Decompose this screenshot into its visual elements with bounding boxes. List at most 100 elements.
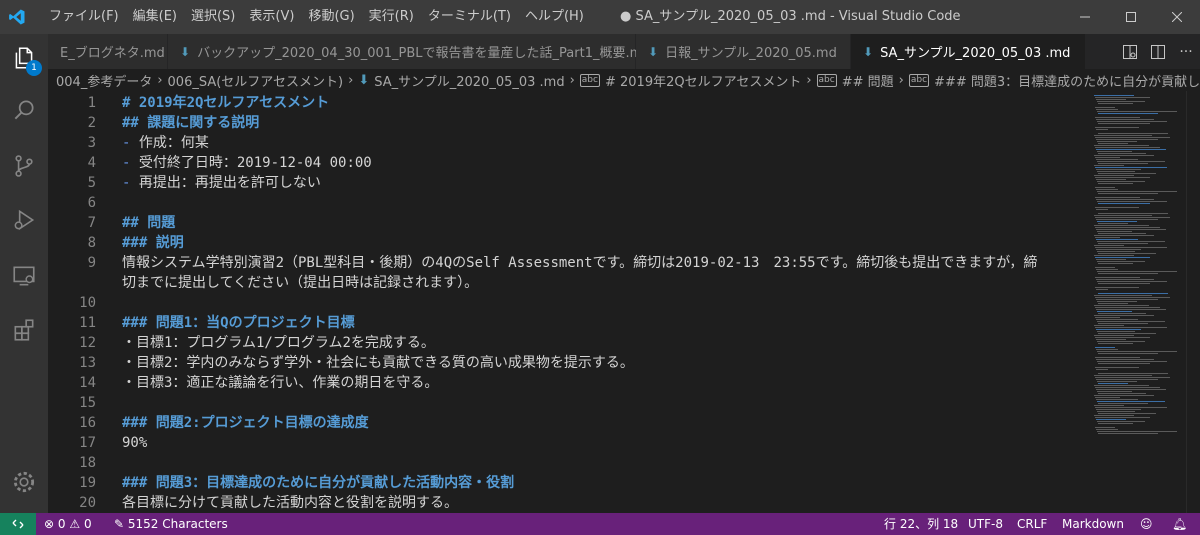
tab-blog-neta[interactable]: E_ブログネタ.md: [48, 34, 168, 69]
minimap-line: [1095, 257, 1150, 258]
tab-nippou[interactable]: ⬇ 日報_サンプル_2020_05.md: [636, 34, 851, 69]
minimize-icon[interactable]: [1062, 0, 1108, 34]
close-icon[interactable]: [1154, 0, 1200, 34]
editor-text-area[interactable]: 1 # 2019年2Qセルフアセスメント 2 ## 課題に関する説明 3 - 作成：何某 4…: [48, 91, 1090, 513]
line-text: ・目標1：プログラム1/プログラム2を完成する。: [122, 335, 435, 351]
minimap-line: [1098, 133, 1168, 134]
minimap-line: [1098, 123, 1150, 124]
minimap-line: [1098, 273, 1158, 274]
remote-indicator-icon[interactable]: [0, 513, 36, 535]
breadcrumb-symbol[interactable]: # 2019年2Qセルフアセスメント: [605, 71, 801, 90]
minimap-line: [1098, 163, 1148, 164]
minimap[interactable]: [1090, 91, 1186, 513]
string-symbol-icon: abc: [816, 73, 837, 87]
line-number: 6: [87, 195, 96, 211]
menu-run[interactable]: 実行(R): [362, 0, 421, 34]
breadcrumb-symbol[interactable]: ### 問題3：目標達成のために自分が貢献した活動内容・役割: [934, 71, 1200, 90]
line-text: ### 問題3：目標達成のために自分が貢献した活動内容・役割: [122, 475, 515, 491]
minimap-line: [1096, 409, 1141, 410]
error-icon: ⊗: [44, 517, 55, 531]
minimap-line: [1096, 359, 1154, 360]
minimap-line: [1094, 215, 1152, 216]
minimap-line: [1098, 233, 1146, 234]
minimap-line: [1094, 305, 1149, 306]
problems-indicator[interactable]: ⊗ 0 ⚠ 0: [44, 513, 92, 535]
minimap-line: [1096, 419, 1126, 420]
minimap-line: [1097, 381, 1137, 382]
settings-gear-icon[interactable]: [0, 458, 48, 506]
minimap-line: [1096, 149, 1166, 150]
breadcrumb-folder[interactable]: 004_参考データ: [56, 71, 152, 90]
source-control-icon[interactable]: [0, 142, 48, 190]
breadcrumb-file[interactable]: SA_サンプル_2020_05_03 .md: [374, 71, 564, 90]
line-text: 90%: [122, 435, 148, 451]
notifications-bell-icon[interactable]: 🔔︎: [1172, 513, 1187, 535]
menu-help[interactable]: ヘルプ(H): [518, 0, 591, 34]
feedback-icon[interactable]: ☺: [1140, 513, 1153, 535]
window-controls: [1062, 0, 1200, 34]
search-icon[interactable]: [0, 86, 48, 134]
language-mode[interactable]: Markdown: [1062, 513, 1124, 535]
menu-go[interactable]: 移動(G): [301, 0, 361, 34]
minimap-line: [1098, 103, 1133, 104]
line-text: ### 問題2:プロジェクト目標の達成度: [122, 415, 369, 431]
minimap-line: [1097, 181, 1145, 182]
cursor-position[interactable]: 行 22、列 18: [884, 513, 958, 535]
minimap-line: [1094, 225, 1149, 226]
menu-selection[interactable]: 選択(S): [184, 0, 242, 34]
open-preview-icon[interactable]: [1116, 34, 1144, 69]
menu-view[interactable]: 表示(V): [242, 0, 301, 34]
minimap-line: [1095, 177, 1150, 178]
minimap-line: [1097, 321, 1165, 322]
breadcrumb-symbol[interactable]: ## 問題: [842, 71, 894, 90]
explorer-icon[interactable]: 1: [0, 34, 48, 82]
minimap-line: [1095, 427, 1115, 428]
maximize-icon[interactable]: [1108, 0, 1154, 34]
minimap-line: [1095, 217, 1170, 218]
minimap-line: [1097, 411, 1135, 412]
line-number: 10: [79, 295, 96, 311]
minimap-line: [1095, 277, 1140, 278]
menu-terminal[interactable]: ターミナル(T): [421, 0, 518, 34]
minimap-line: [1095, 237, 1120, 238]
chevron-right-icon: ›: [157, 72, 163, 88]
minimap-line: [1098, 113, 1158, 114]
eol-indicator[interactable]: CRLF: [1017, 513, 1047, 535]
tab-label: E_ブログネタ.md: [60, 46, 165, 61]
line-text: ## 課題に関する説明: [122, 115, 260, 131]
minimap-line: [1098, 283, 1150, 284]
minimap-line: [1094, 255, 1134, 256]
menu-edit[interactable]: 編集(E): [126, 0, 184, 34]
minimap-line: [1096, 329, 1141, 330]
minimap-line: [1098, 333, 1156, 334]
title-bar: ファイル(F) 編集(E) 選択(S) 表示(V) 移動(G) 実行(R) ター…: [0, 0, 1200, 34]
minimap-line: [1096, 379, 1158, 380]
line-number: 7: [87, 215, 96, 231]
minimap-line: [1095, 187, 1115, 188]
list-text: 再提出：再提出を許可しない: [130, 175, 321, 191]
extensions-icon[interactable]: [0, 306, 48, 354]
minimap-line: [1098, 433, 1158, 434]
minimap-line: [1097, 271, 1177, 272]
menu-file[interactable]: ファイル(F): [42, 0, 126, 34]
minimap-line: [1095, 207, 1139, 208]
tab-sa-sample[interactable]: ⬇ SA_サンプル_2020_05_03 .md: [851, 34, 1086, 69]
line-number: 14: [79, 375, 96, 391]
breadcrumb-folder[interactable]: 006_SA(セルフアセスメント): [168, 71, 344, 90]
minimap-line: [1094, 245, 1124, 246]
minimap-line: [1097, 121, 1167, 122]
run-debug-icon[interactable]: [0, 196, 48, 244]
minimap-line: [1096, 399, 1138, 400]
encoding-indicator[interactable]: UTF-8: [968, 513, 1003, 535]
split-editor-icon[interactable]: [1144, 34, 1172, 69]
minimap-line: [1098, 313, 1146, 314]
tab-label: バックアップ_2020_04_30_001_PBLで報告書を量産した話_Part…: [197, 46, 651, 61]
vertical-scrollbar[interactable]: [1186, 91, 1200, 513]
minimap-line: [1097, 351, 1177, 352]
character-count[interactable]: ✎ 5152 Characters: [114, 513, 228, 535]
more-actions-icon[interactable]: ···: [1172, 34, 1200, 69]
minimap-line: [1096, 299, 1158, 300]
status-bar: ⊗ 0 ⚠ 0 ✎ 5152 Characters 行 22、列 18 UTF-…: [0, 513, 1200, 535]
tab-backup[interactable]: ⬇ バックアップ_2020_04_30_001_PBLで報告書を量産した話_Pa…: [168, 34, 651, 69]
remote-explorer-icon[interactable]: [0, 252, 48, 300]
